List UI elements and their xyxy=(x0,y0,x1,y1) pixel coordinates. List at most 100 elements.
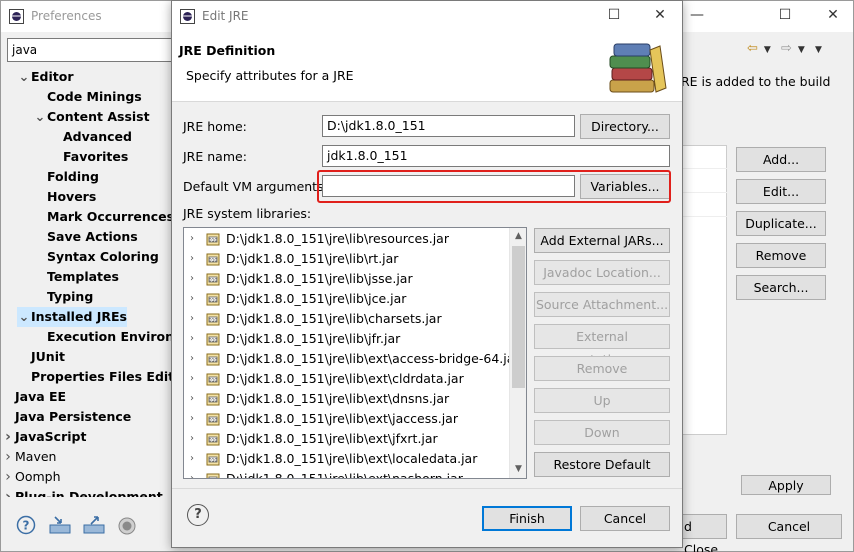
svg-text:010: 010 xyxy=(209,398,218,404)
library-path: D:\jdk1.8.0_151\jre\lib\ext\nashorn.jar xyxy=(226,471,463,479)
collapsed-chevron-icon[interactable]: › xyxy=(190,309,194,329)
tree-item-javascript[interactable]: › JavaScript xyxy=(1,427,86,447)
back-dropdown-icon[interactable]: ▼ xyxy=(764,45,771,55)
tree-item-templates[interactable]: Templates xyxy=(33,267,119,287)
expanded-chevron-icon[interactable]: ⌄ xyxy=(17,308,31,328)
maximize-button[interactable]: ☐ xyxy=(775,7,795,23)
tree-item-content-assist[interactable]: ⌄ Content Assist xyxy=(33,107,150,127)
tree-item-label: Content Assist xyxy=(47,109,150,124)
collapsed-chevron-icon[interactable]: › xyxy=(190,329,194,349)
back-arrow-icon[interactable]: ⇦ xyxy=(747,41,758,56)
jar-file-icon: 010 xyxy=(206,273,220,286)
apply-and-close-button[interactable]: d Close xyxy=(681,514,727,552)
close-button[interactable]: ✕ xyxy=(823,7,843,23)
scroll-down-icon[interactable]: ▼ xyxy=(510,461,526,478)
installed-jres-table[interactable] xyxy=(681,145,727,435)
down-button[interactable]: Down xyxy=(534,420,670,445)
tree-item-java-persistence[interactable]: Java Persistence xyxy=(1,407,131,427)
tree-item-oomph[interactable]: › Oomph xyxy=(1,467,61,487)
duplicate-jre-button[interactable]: Duplicate... xyxy=(736,211,826,236)
tree-item-editor[interactable]: ⌄ Editor xyxy=(17,67,74,87)
tree-item-favorites[interactable]: Favorites xyxy=(49,147,128,167)
dialog-close-button[interactable]: ✕ xyxy=(650,7,670,23)
collapsed-chevron-icon[interactable]: › xyxy=(190,229,194,249)
tree-item-maven[interactable]: › Maven xyxy=(1,447,56,467)
tree-item-execution-environ[interactable]: Execution Environ xyxy=(33,327,173,347)
dialog-help-icon[interactable]: ? xyxy=(187,504,209,526)
tree-item-code-minings[interactable]: Code Minings xyxy=(33,87,142,107)
forward-arrow-icon[interactable]: ⇨ xyxy=(781,41,792,56)
tree-item-label: Oomph xyxy=(15,469,61,484)
remove-jre-button[interactable]: Remove xyxy=(736,243,826,268)
collapsed-chevron-icon[interactable]: › xyxy=(190,269,194,289)
finish-button[interactable]: Finish xyxy=(482,506,572,531)
restore-default-button[interactable]: Restore Default xyxy=(534,452,670,477)
tree-item-label: Installed JREs xyxy=(31,309,128,324)
expanded-chevron-icon[interactable]: ⌄ xyxy=(33,108,47,128)
import-icon[interactable] xyxy=(49,515,71,537)
tree-item-syntax-coloring[interactable]: Syntax Coloring xyxy=(33,247,159,267)
collapsed-chevron-icon[interactable]: › xyxy=(1,467,15,487)
tree-item-folding[interactable]: Folding xyxy=(33,167,99,187)
collapsed-chevron-icon[interactable]: › xyxy=(1,427,15,447)
tree-item-junit[interactable]: JUnit xyxy=(17,347,65,367)
search-jre-button[interactable]: Search... xyxy=(736,275,826,300)
add-jre-button[interactable]: Add... xyxy=(736,147,826,172)
minimize-button[interactable]: — xyxy=(687,7,707,23)
javadoc-location-button[interactable]: Javadoc Location... xyxy=(534,260,670,285)
view-menu-icon[interactable]: ▼ xyxy=(815,45,822,55)
expanded-chevron-icon[interactable]: ⌄ xyxy=(17,68,31,88)
add-external-jars-button[interactable]: Add External JARs... xyxy=(534,228,670,253)
stop-icon[interactable] xyxy=(116,517,138,539)
preferences-cancel-button[interactable]: Cancel xyxy=(736,514,842,539)
preferences-filter-input[interactable]: java xyxy=(7,38,177,62)
help-icon[interactable]: ? xyxy=(15,515,37,537)
tree-item-plug-in-development[interactable]: › Plug-in Development xyxy=(1,487,163,497)
tree-item-save-actions[interactable]: Save Actions xyxy=(33,227,138,247)
tree-item-mark-occurrences[interactable]: Mark Occurrences xyxy=(33,207,173,227)
export-icon[interactable] xyxy=(83,515,105,537)
jar-file-icon: 010 xyxy=(206,373,220,386)
jar-file-icon: 010 xyxy=(206,433,220,446)
collapsed-chevron-icon[interactable]: › xyxy=(190,249,194,269)
collapsed-chevron-icon[interactable]: › xyxy=(190,369,194,389)
eclipse-app-icon xyxy=(180,9,195,24)
forward-dropdown-icon[interactable]: ▼ xyxy=(798,45,805,55)
preferences-tree[interactable]: ⌄ Editor Code Minings ⌄ Content Assist Advanc… xyxy=(1,67,173,497)
collapsed-chevron-icon[interactable]: › xyxy=(190,409,194,429)
jar-file-icon: 010 xyxy=(206,413,220,426)
dialog-maximize-button[interactable]: ☐ xyxy=(604,7,624,23)
collapsed-chevron-icon[interactable]: › xyxy=(190,289,194,309)
tree-item-java-ee[interactable]: Java EE xyxy=(1,387,66,407)
collapsed-chevron-icon[interactable]: › xyxy=(190,349,194,369)
remove-button[interactable]: Remove xyxy=(534,356,670,381)
collapsed-chevron-icon[interactable]: › xyxy=(1,487,15,497)
directory-button[interactable]: Directory... xyxy=(580,114,670,139)
tree-item-label: Execution Environ xyxy=(47,329,173,344)
collapsed-chevron-icon[interactable]: › xyxy=(1,447,15,467)
collapsed-chevron-icon[interactable]: › xyxy=(190,389,194,409)
tree-item-advanced[interactable]: Advanced xyxy=(49,127,132,147)
system-libraries-tree[interactable]: › 010 D:\jdk1.8.0_151\jre\lib\resources.ja… xyxy=(183,227,527,479)
svg-text:010: 010 xyxy=(209,438,218,444)
jre-name-input[interactable]: jdk1.8.0_151 xyxy=(322,145,670,167)
collapsed-chevron-icon[interactable]: › xyxy=(190,469,194,478)
apply-button[interactable]: Apply xyxy=(741,475,831,495)
dialog-cancel-button[interactable]: Cancel xyxy=(580,506,670,531)
jre-home-input[interactable]: D:\jdk1.8.0_151 xyxy=(322,115,575,137)
tree-item-typing[interactable]: Typing xyxy=(33,287,93,307)
collapsed-chevron-icon[interactable]: › xyxy=(190,449,194,469)
svg-text:?: ? xyxy=(23,519,30,533)
collapsed-chevron-icon[interactable]: › xyxy=(190,429,194,449)
tree-item-properties-files-edito[interactable]: Properties Files Edito xyxy=(17,367,173,387)
tree-item-installed-jres[interactable]: ⌄ Installed JREs xyxy=(17,307,128,328)
libraries-scrollbar[interactable]: ▲ ▼ xyxy=(509,228,526,478)
scroll-up-icon[interactable]: ▲ xyxy=(510,228,526,245)
external-annotations-button[interactable]: External annotations... xyxy=(534,324,670,367)
svg-text:010: 010 xyxy=(209,338,218,344)
up-button[interactable]: Up xyxy=(534,388,670,413)
tree-item-hovers[interactable]: Hovers xyxy=(33,187,96,207)
scroll-thumb[interactable] xyxy=(512,246,525,388)
source-attachment-button[interactable]: Source Attachment... xyxy=(534,292,670,317)
edit-jre-button[interactable]: Edit... xyxy=(736,179,826,204)
